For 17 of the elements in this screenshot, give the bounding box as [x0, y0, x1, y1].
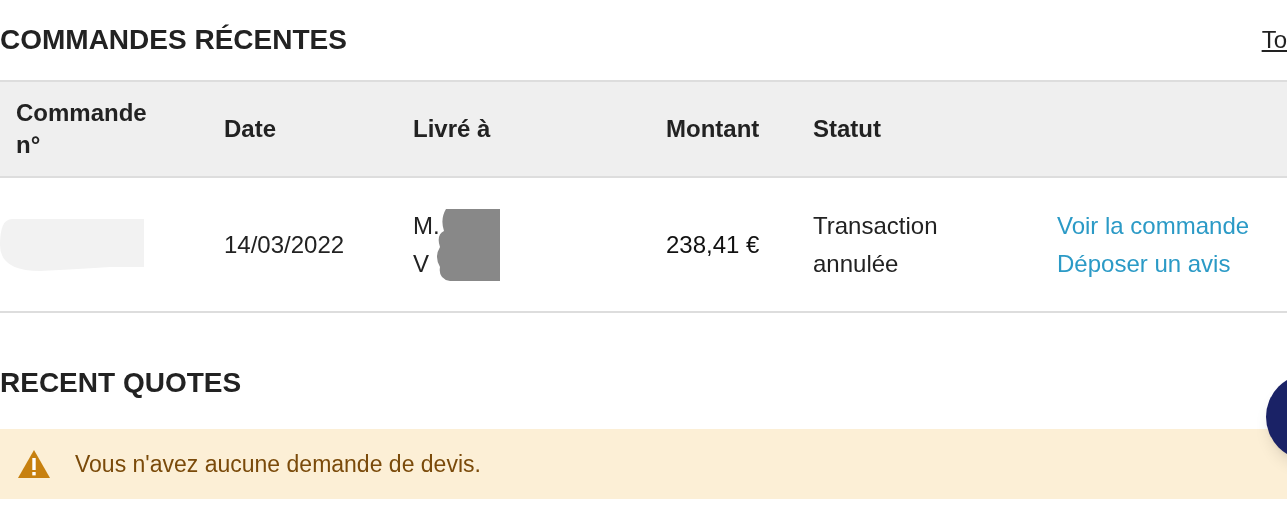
- column-header: Date: [224, 114, 278, 144]
- warning-icon: [17, 449, 51, 479]
- column-header: Montant: [666, 114, 761, 144]
- section-title: COMMANDES RÉCENTES: [0, 23, 347, 57]
- column-header: Livré à: [413, 114, 492, 144]
- view-all-link[interactable]: To: [1261, 22, 1287, 58]
- order-date: 14/03/2022: [224, 230, 345, 258]
- order-amount: 238,41 €: [666, 230, 760, 258]
- column-header: Commande n°: [16, 98, 148, 160]
- recipient-name: M.: [413, 210, 440, 241]
- alert-message: Vous n'avez aucune demande de devis.: [75, 449, 481, 479]
- column-header: Statut: [813, 114, 882, 144]
- recipient-name: V: [413, 248, 430, 279]
- order-action-link[interactable]: Voir la commande: [1057, 206, 1267, 245]
- section-title: RECENT QUOTES: [0, 366, 243, 400]
- order-action-link[interactable]: Déposer un avis: [1057, 244, 1267, 283]
- order-status: Transaction annulée: [813, 210, 939, 279]
